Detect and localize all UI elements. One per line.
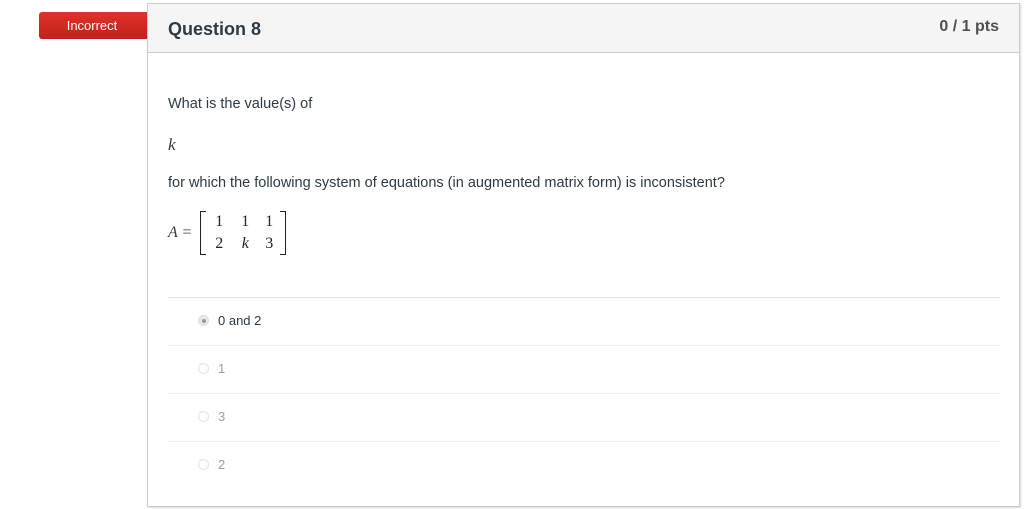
radio-icon[interactable] — [198, 363, 209, 374]
answer-option[interactable]: 1 — [168, 346, 1000, 394]
answer-option[interactable]: 2 — [168, 442, 1000, 489]
question-title: Question 8 — [168, 19, 262, 39]
answer-list: 0 and 2 1 3 2 — [168, 297, 1000, 489]
incorrect-badge: Incorrect — [39, 12, 161, 39]
matrix-label: A = — [168, 224, 193, 241]
question-header: Question 8 0 / 1 pts — [148, 4, 1019, 53]
radio-icon[interactable] — [198, 411, 209, 422]
answer-label: 2 — [218, 457, 226, 472]
radio-selected-icon[interactable] — [198, 315, 209, 326]
question-card: Question 8 0 / 1 pts What is the value(s… — [147, 3, 1020, 507]
answer-option[interactable]: 0 and 2 — [168, 298, 1000, 346]
matrix-grid: 1 1 1 2 k 3 — [200, 211, 287, 255]
question-text-line2: for which the following system of equati… — [168, 175, 725, 191]
radio-icon[interactable] — [198, 459, 209, 470]
matrix-cell: k — [241, 235, 249, 252]
matrix-cell: 2 — [215, 235, 224, 252]
answer-label: 0 and 2 — [218, 313, 262, 328]
matrix-cell: 1 — [265, 213, 274, 230]
answer-option[interactable]: 3 — [168, 394, 1000, 442]
question-variable: k — [168, 135, 176, 154]
matrix-cell: 3 — [265, 235, 274, 252]
question-text-line1: What is the value(s) of — [168, 96, 313, 112]
question-points: 0 / 1 pts — [939, 18, 999, 35]
matrix-cell: 1 — [241, 213, 250, 230]
augmented-matrix: A = 1 1 1 2 k 3 — [168, 211, 287, 255]
answer-label: 3 — [218, 409, 226, 424]
matrix-cell: 1 — [215, 213, 224, 230]
answer-label: 1 — [218, 361, 226, 376]
